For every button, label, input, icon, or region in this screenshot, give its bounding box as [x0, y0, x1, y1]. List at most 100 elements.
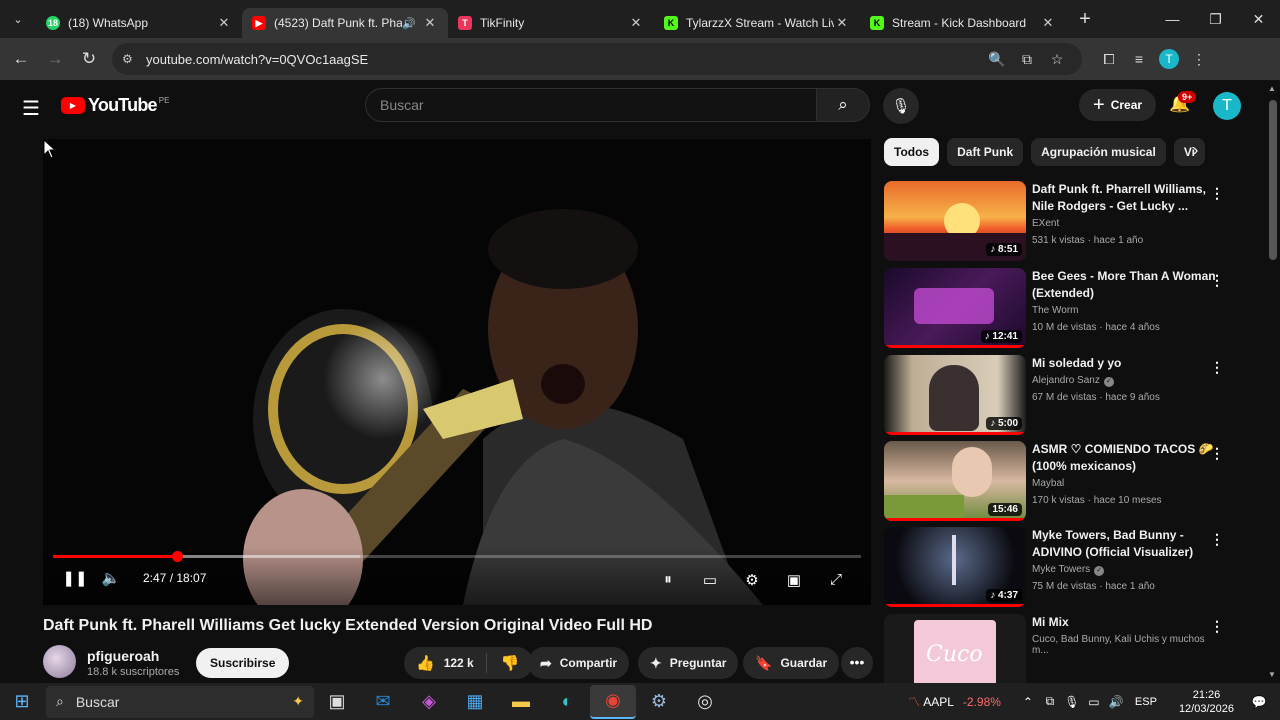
close-icon[interactable]: ✕ [834, 15, 850, 31]
subscribe-button[interactable]: Suscribirse [196, 648, 290, 678]
recommendation-item[interactable]: 15:46 ASMR ♡ COMIENDO TACOS 🌮 (100% mexi… [884, 441, 1224, 523]
recommendation-channel[interactable]: Alejandro Sanz [1032, 375, 1100, 386]
recommendation-item[interactable]: ♪ 12:41 Bee Gees - More Than A Woman (Ex… [884, 268, 1224, 350]
more-options-icon[interactable]: ⋮ [1210, 618, 1224, 635]
more-options-icon[interactable]: ⋮ [1210, 185, 1224, 202]
new-tab-button[interactable]: + [1070, 8, 1100, 31]
minimize-button[interactable]: — [1151, 0, 1194, 38]
chip-videos[interactable]: Vi [1173, 138, 1205, 166]
recommendation-channel[interactable]: Maybal [1032, 478, 1064, 489]
more-options-icon[interactable]: ⋮ [1210, 445, 1224, 462]
chip-daft-punk[interactable]: Daft Punk [947, 138, 1024, 166]
back-button[interactable]: ← [4, 49, 38, 69]
task-view-icon[interactable]: ▣ [314, 685, 360, 719]
site-info-icon[interactable]: ⚙ [122, 52, 146, 66]
network-icon[interactable]: ▭ [1083, 695, 1105, 709]
video-player[interactable]: ❚❚ 🔈 2:47 / 18:07 ⏸ ▭ ⚙ ▣ ⤢ [43, 139, 871, 605]
dislike-button[interactable]: 👎 [487, 654, 534, 672]
channel-avatar[interactable] [43, 645, 76, 678]
file-explorer-icon[interactable]: ▬ [498, 685, 544, 719]
fullscreen-icon[interactable]: ⤢ [815, 571, 857, 589]
mix-thumbnail[interactable]: Cuco [884, 614, 1026, 683]
extensions-icon[interactable]: ⧠ [1094, 51, 1124, 68]
more-options-icon[interactable]: ⋮ [1210, 359, 1224, 376]
scroll-down-icon[interactable]: ▼ [1268, 670, 1276, 679]
bookmark-star-icon[interactable]: ☆ [1042, 51, 1072, 68]
recommendation-channel[interactable]: Myke Towers [1032, 564, 1090, 575]
recommendation-title[interactable]: Mi Mix [1032, 614, 1220, 631]
volume-icon[interactable]: 🔈 [93, 569, 129, 587]
scrollbar-thumb[interactable] [1269, 100, 1277, 260]
save-button[interactable]: 🔖 Guardar [743, 647, 840, 679]
browser-menu-icon[interactable]: ⋮ [1184, 51, 1214, 68]
recommendation-item[interactable]: ♪ 5:00 Mi soledad y yo Alejandro Sanz ✓ 6… [884, 355, 1224, 437]
chevron-right-icon[interactable]: › [1193, 142, 1198, 160]
profile-avatar[interactable]: T [1159, 49, 1179, 69]
like-button[interactable]: 👍 122 k [404, 653, 487, 673]
close-icon[interactable]: ✕ [422, 15, 438, 31]
recommendation-item[interactable]: ♪ 4:37 Myke Towers, Bad Bunny - ADIVINO … [884, 527, 1224, 609]
chip-agrupacion-musical[interactable]: Agrupación musical [1031, 138, 1166, 166]
menu-icon[interactable]: ☰ [22, 96, 40, 121]
tab-search-button[interactable]: ⌄ [0, 0, 36, 38]
recommendation-channel[interactable]: Cuco, Bad Bunny, Kali Uchis y muchos m..… [1032, 634, 1224, 656]
recommendation-title[interactable]: Daft Punk ft. Pharrell Williams, Nile Ro… [1032, 181, 1220, 215]
copilot-icon[interactable]: ◈ [406, 685, 452, 719]
media-control-icon[interactable]: ≡ [1124, 51, 1154, 67]
recommendation-item[interactable]: Cuco Mi Mix Cuco, Bad Bunny, Kali Uchis … [884, 614, 1224, 683]
recommendation-title[interactable]: Bee Gees - More Than A Woman (Extended) [1032, 268, 1220, 302]
close-icon[interactable]: ✕ [1040, 15, 1056, 31]
recommendation-item[interactable]: ♪ 8:51 Daft Punk ft. Pharrell Williams, … [884, 181, 1224, 263]
tab-kick-stream[interactable]: K TylarzzX Stream - Watch Live ✕ [654, 8, 860, 38]
address-bar[interactable]: ⚙ youtube.com/watch?v=0QVOc1aagSE 🔍 ⧉ ☆ [112, 43, 1082, 75]
autoplay-toggle-icon[interactable]: ⏸ [647, 571, 689, 589]
microphone-tray-icon[interactable]: 🎙 [1061, 695, 1083, 709]
chrome-icon[interactable]: ◉ [590, 684, 636, 719]
recommendation-channel-row[interactable]: Myke Towers ✓ [1032, 564, 1105, 576]
recommendation-channel[interactable]: EXent [1032, 218, 1059, 229]
steam-icon[interactable]: ⚙ [636, 685, 682, 719]
create-button[interactable]: + Crear [1079, 89, 1157, 121]
language-indicator[interactable]: ESP [1135, 696, 1157, 708]
video-thumbnail[interactable]: ♪ 4:37 [884, 527, 1026, 607]
video-thumbnail[interactable]: 15:46 [884, 441, 1026, 521]
recommendation-channel-row[interactable]: Alejandro Sanz ✓ [1032, 375, 1114, 387]
show-hidden-icons[interactable]: ⌃ [1017, 695, 1039, 709]
share-button[interactable]: ➦ Compartir [528, 647, 630, 679]
tab-whatsapp[interactable]: 18 (18) WhatsApp ✕ [36, 8, 242, 38]
taskbar-search[interactable]: ⌕ Buscar ✦ [46, 685, 314, 718]
settings-gear-icon[interactable]: ⚙ [731, 571, 773, 589]
tab-kick-dashboard[interactable]: K Stream - Kick Dashboard ✕ [860, 8, 1066, 38]
youtube-logo[interactable]: ▶ YouTube PE [61, 95, 169, 116]
more-options-icon[interactable]: ⋮ [1210, 531, 1224, 548]
maximize-button[interactable]: ❐ [1194, 0, 1237, 38]
clock[interactable]: 21:26 12/03/2026 [1179, 688, 1234, 716]
video-thumbnail[interactable]: ♪ 12:41 [884, 268, 1026, 348]
url-text[interactable]: youtube.com/watch?v=0QVOc1aagSE [146, 52, 982, 67]
obs-icon[interactable]: ◎ [682, 685, 728, 719]
search-button[interactable]: ⌕ [816, 88, 870, 122]
close-icon[interactable]: ✕ [216, 15, 232, 31]
stock-widget[interactable]: 〽 AAPL -2.98% [908, 693, 1001, 710]
pause-icon[interactable]: ❚❚ [57, 569, 93, 587]
recommendation-channel[interactable]: The Worm [1032, 305, 1079, 316]
video-thumbnail[interactable]: ♪ 8:51 [884, 181, 1026, 261]
store-icon[interactable]: ▦ [452, 685, 498, 719]
notification-center-icon[interactable]: 💬 [1248, 695, 1270, 709]
zoom-icon[interactable]: 🔍 [982, 51, 1012, 68]
install-app-icon[interactable]: ⧉ [1012, 51, 1042, 68]
tab-tikfinity[interactable]: T TikFinity ✕ [448, 8, 654, 38]
speaker-icon[interactable]: 🔊 [402, 17, 416, 30]
search-input[interactable]: Buscar [365, 88, 816, 122]
theater-mode-icon[interactable]: ▣ [773, 571, 815, 589]
close-icon[interactable]: ✕ [628, 15, 644, 31]
recommendation-title[interactable]: Mi soledad y yo [1032, 355, 1220, 372]
account-avatar[interactable]: T [1213, 92, 1241, 120]
close-window-button[interactable]: ✕ [1237, 0, 1280, 38]
more-actions-button[interactable]: ••• [841, 647, 873, 679]
subtitles-icon[interactable]: ▭ [689, 571, 731, 589]
tray-app-icon[interactable]: ⧉ [1039, 694, 1061, 709]
tab-youtube[interactable]: ▶ (4523) Daft Punk ft. Pharell 🔊 ✕ [242, 8, 448, 38]
scrubber-handle[interactable] [172, 551, 184, 562]
page-scrollbar[interactable]: ▲ ▼ [1266, 80, 1280, 683]
